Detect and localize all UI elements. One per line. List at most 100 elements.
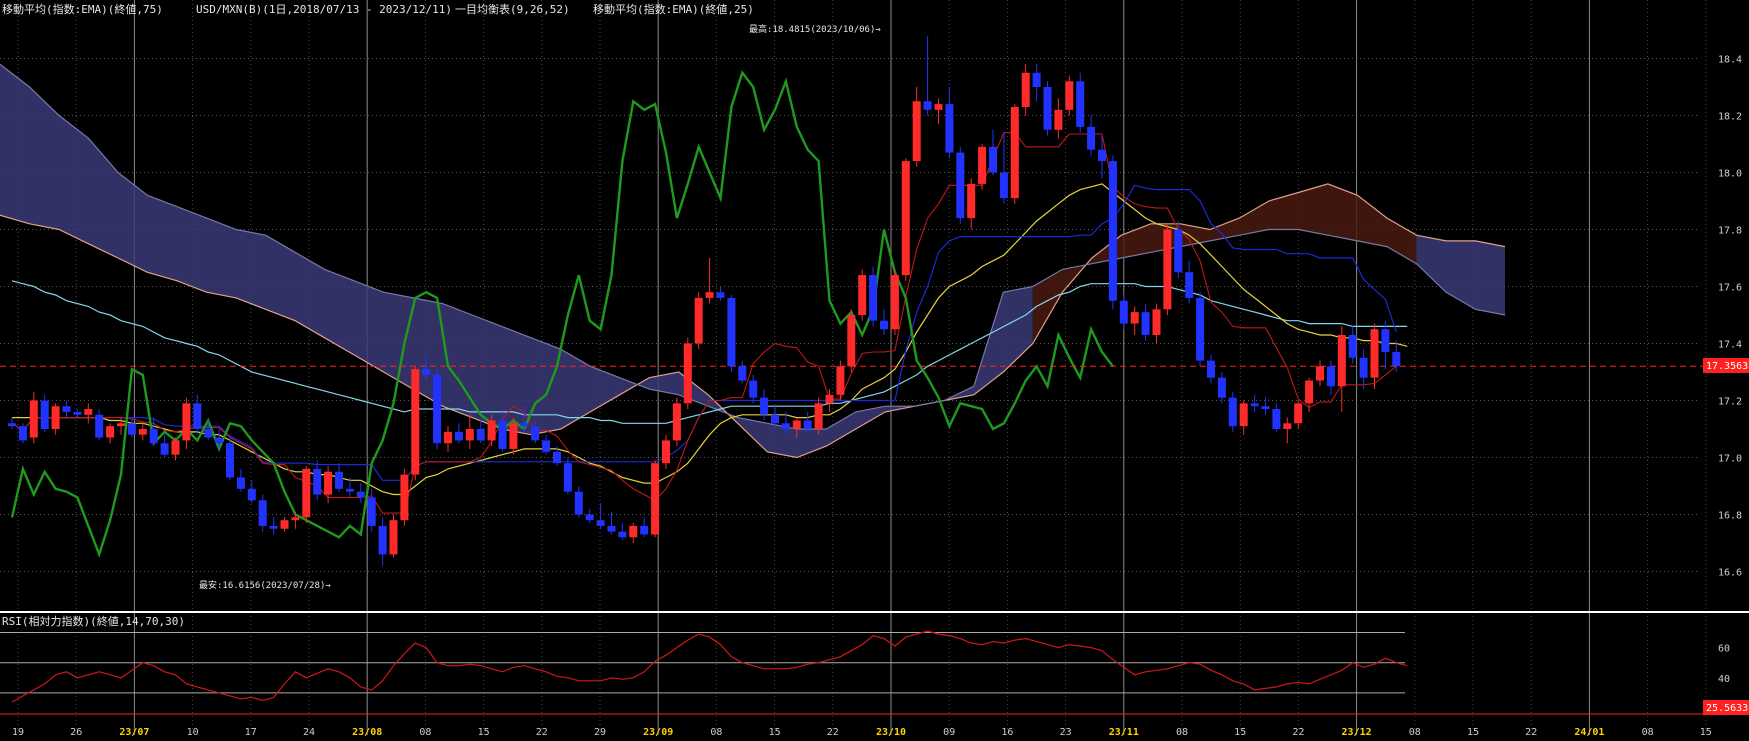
candle-down — [95, 414, 104, 438]
candle-up — [901, 161, 910, 276]
candle-down — [999, 172, 1008, 199]
ichimoku-chart: 18.4 18.2 18.0 17.8 17.6 17.4 17.2 17.0 16.8 16.6… — [0, 0, 1749, 741]
candle-down — [1098, 149, 1106, 162]
candle-up — [792, 420, 801, 429]
candle-down — [607, 525, 616, 532]
ema25-label: 移動平均(指数:EMA)(終値,25) — [593, 2, 754, 16]
candle-down — [345, 488, 354, 492]
time-tick-label: 10 — [187, 727, 199, 738]
price-badge: 17.3563 — [1706, 361, 1748, 372]
candle-down — [1174, 229, 1183, 273]
time-tick-label: 22 — [1292, 727, 1304, 738]
candle-down — [40, 400, 49, 429]
candle-down — [149, 429, 158, 444]
candle-down — [193, 403, 202, 429]
time-tick-label: 24 — [303, 727, 315, 738]
time-tick-label: 23/11 — [1109, 727, 1139, 738]
candle-up — [1163, 229, 1172, 310]
candle-down — [73, 411, 82, 415]
candle-down — [1087, 126, 1096, 150]
price-tick-label: 17.0 — [1718, 454, 1742, 465]
pair-label: USD/MXN(B)(1日,2018/07/13 - 2023/12/11) — [196, 3, 452, 16]
candle-down — [1207, 360, 1215, 378]
candle-down — [476, 429, 485, 441]
rsi-label: RSI(相対力指数)(終値,14,70,30) — [2, 614, 185, 628]
candle-up — [672, 403, 681, 441]
candle-down — [574, 491, 583, 515]
time-tick-label: 08 — [1176, 727, 1188, 738]
candle-up — [912, 101, 921, 162]
candle-up — [411, 369, 420, 475]
price-tick-label: 17.4 — [1718, 340, 1742, 351]
candle-down — [247, 488, 256, 501]
candle-up — [117, 423, 125, 427]
candle-down — [727, 297, 736, 367]
candle-up — [683, 343, 692, 404]
candle-up — [858, 275, 867, 315]
candle-down — [585, 514, 594, 521]
candle-up — [509, 423, 518, 449]
candle-down — [531, 426, 540, 441]
candle-up — [814, 403, 823, 429]
time-tick-label: 15 — [1700, 727, 1712, 738]
candle-up — [1294, 403, 1303, 424]
candle-down — [1272, 409, 1281, 429]
candle-up — [694, 297, 703, 344]
candle-up — [1152, 309, 1161, 335]
candle-up — [890, 275, 899, 330]
time-tick-label: 19 — [12, 727, 24, 738]
candle-down — [716, 292, 725, 298]
time-tick-label: 15 — [769, 727, 781, 738]
candle-up — [465, 429, 474, 441]
candle-down — [215, 437, 224, 444]
candle-up — [1021, 72, 1030, 107]
candle-up — [978, 146, 987, 184]
candle-down — [356, 491, 365, 498]
candle-up — [51, 406, 60, 429]
candle-down — [923, 101, 932, 110]
price-tick-label: 18.4 — [1718, 55, 1742, 66]
candle-down — [236, 477, 245, 489]
price-tick-label: 17.6 — [1718, 283, 1742, 294]
time-tick-label: 15 — [1467, 727, 1479, 738]
rsi-badge: 25.5633 — [1706, 703, 1748, 714]
candle-up — [705, 292, 714, 298]
candle-up — [1054, 109, 1063, 130]
candle-up — [106, 426, 115, 438]
candle-up — [138, 429, 147, 435]
chart-stage: 18.4 18.2 18.0 17.8 17.6 17.4 17.2 17.0 16.8 16.6… — [0, 0, 1749, 741]
price-tick-label: 18.2 — [1718, 112, 1742, 123]
candle-up — [84, 409, 93, 415]
candle-up — [825, 394, 834, 404]
candle-up — [400, 474, 409, 521]
candle-down — [422, 369, 431, 375]
time-tick-label: 29 — [594, 727, 606, 738]
candle-up — [389, 520, 398, 555]
candle-down — [226, 443, 234, 478]
candle-up — [1337, 334, 1346, 387]
candle-up — [1130, 312, 1139, 324]
time-tick-label: 08 — [710, 727, 722, 738]
time-tick-label: 15 — [478, 727, 490, 738]
candle-up — [836, 366, 845, 395]
candle-up — [171, 440, 180, 455]
time-tick-label: 08 — [1409, 727, 1421, 738]
candle-down — [433, 374, 442, 444]
candle-up — [1370, 329, 1379, 378]
candle-down — [1185, 272, 1194, 298]
candle-down — [781, 423, 790, 429]
candle-down — [1381, 329, 1390, 353]
time-tick-label: 22 — [1525, 727, 1537, 738]
candle-down — [18, 426, 27, 441]
candle-up — [29, 400, 38, 438]
candle-down — [1392, 352, 1401, 367]
time-tick-label: 26 — [70, 727, 82, 738]
candle-down — [378, 525, 387, 555]
candle-up — [487, 420, 496, 441]
candle-up — [847, 315, 856, 367]
time-tick-label: 22 — [827, 727, 839, 738]
candle-down — [596, 520, 605, 526]
candle-up — [291, 517, 300, 521]
candle-down — [258, 500, 267, 526]
candle-down — [1141, 312, 1150, 335]
